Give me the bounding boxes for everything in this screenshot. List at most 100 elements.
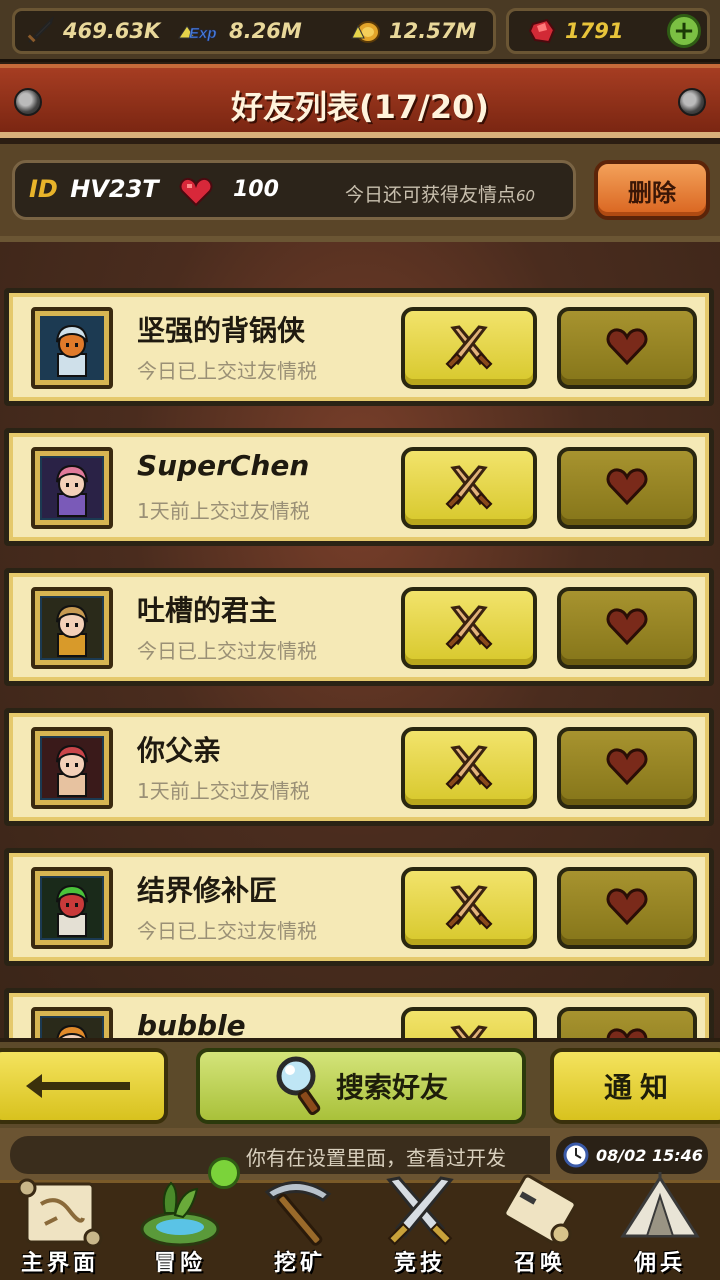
- avatar-image: [40, 456, 104, 520]
- ticker-text: 你有在设置里面，查看过开发: [246, 1146, 506, 1170]
- avatar[interactable]: [31, 447, 113, 529]
- bolt-icon: [678, 88, 706, 116]
- attack-resource: 469.63K: [23, 11, 160, 51]
- avatar-image: [40, 736, 104, 800]
- page-title: 好友列表(17/20): [230, 88, 489, 126]
- scroll-map-icon: [14, 1171, 106, 1253]
- send-heart-button[interactable]: [557, 447, 697, 529]
- note-text: 今日还可获得友情点: [345, 184, 517, 206]
- battle-button[interactable]: [401, 307, 537, 389]
- heart-icon: [605, 606, 649, 650]
- notify-button[interactable]: 通知: [550, 1048, 720, 1124]
- resource-bar: 469.63K Exp 8.26M 12.57M 1791 +: [0, 0, 720, 62]
- gold-coin-icon: [349, 14, 383, 48]
- friend-card[interactable]: 你父亲 1天前上交过友情税: [4, 708, 714, 826]
- friend-status: 今日已上交过友情税: [137, 919, 317, 943]
- attack-value: 469.63K: [63, 19, 161, 43]
- friend-name: 坚强的背锅侠: [137, 314, 306, 347]
- add-gems-button[interactable]: +: [667, 14, 701, 48]
- back-button[interactable]: [0, 1048, 168, 1124]
- nav-item-mining[interactable]: 挖矿: [240, 1181, 360, 1280]
- summon-scroll-icon: [494, 1171, 586, 1253]
- avatar[interactable]: [31, 867, 113, 949]
- nav-label: 竞技: [393, 1251, 446, 1276]
- avatar-image: [40, 316, 104, 380]
- tent-icon: [614, 1171, 706, 1253]
- friend-name: 吐槽的君主: [137, 594, 278, 627]
- nav-label: 召唤: [513, 1251, 566, 1276]
- news-ticker: 你有在设置里面，查看过开发 08/02 15:46: [0, 1128, 720, 1180]
- exp-value: 8.26M: [229, 19, 302, 43]
- notification-dot: [208, 1157, 240, 1189]
- crossed-swords-icon: [445, 462, 493, 514]
- heart-icon: [605, 746, 649, 790]
- clock-icon: [563, 1142, 589, 1168]
- battle-button[interactable]: [401, 587, 537, 669]
- ticker-box: 你有在设置里面，查看过开发: [10, 1136, 550, 1174]
- gold-value: 12.57M: [389, 19, 477, 43]
- friend-card[interactable]: 结界修补匠 今日已上交过友情税: [4, 848, 714, 966]
- battle-button[interactable]: [401, 727, 537, 809]
- exp-resource: Exp 8.26M: [177, 11, 302, 51]
- avatar-image: [40, 596, 104, 660]
- crossed-swords-icon: [445, 322, 493, 374]
- battle-button[interactable]: [401, 867, 537, 949]
- clock-text: 08/02 15:46: [596, 1145, 703, 1165]
- exp-icon: Exp: [177, 14, 223, 48]
- send-heart-button[interactable]: [557, 307, 697, 389]
- friendship-points-note: 今日还可获得友情点60: [345, 180, 535, 207]
- send-heart-button[interactable]: [557, 587, 697, 669]
- crossed-swords-icon: [445, 742, 493, 794]
- nav-item-main[interactable]: 主界面: [0, 1178, 120, 1280]
- crossed-swords-icon: [445, 882, 493, 934]
- nav-label: 佣兵: [633, 1251, 686, 1276]
- friend-status: 今日已上交过友情税: [137, 639, 317, 663]
- avatar[interactable]: [31, 587, 113, 669]
- heart-icon: [605, 886, 649, 930]
- ruby-gem-icon: [525, 14, 559, 48]
- pickaxe-icon: [254, 1171, 346, 1253]
- heart-icon: [179, 177, 213, 211]
- friend-name: SuperChen: [137, 449, 310, 482]
- id-value: HV23T: [70, 175, 159, 203]
- arrow-left-icon: [26, 1074, 130, 1098]
- friend-card[interactable]: SuperChen 1天前上交过友情税: [4, 428, 714, 546]
- nav-item-mercenary[interactable]: 佣兵: [600, 1172, 720, 1280]
- exp-badge-text: Exp: [189, 25, 217, 42]
- avatar[interactable]: [31, 307, 113, 389]
- heart-icon: [605, 466, 649, 510]
- gem-group: 1791 +: [506, 8, 710, 54]
- friend-card[interactable]: bubble: [4, 988, 714, 1044]
- friend-status: 今日已上交过友情税: [137, 359, 317, 383]
- nav-item-arena[interactable]: 竞技: [360, 1176, 480, 1280]
- friend-list[interactable]: 坚强的背锅侠 今日已上交过友情税 SuperChen 1天前上交过友情税 吐槽的…: [0, 236, 720, 1044]
- nav-label: 挖矿: [273, 1251, 326, 1276]
- nav-item-summon[interactable]: 召唤: [480, 1174, 600, 1280]
- search-friends-label: 搜索好友: [335, 1071, 448, 1104]
- send-heart-button[interactable]: [557, 867, 697, 949]
- friend-status: 1天前上交过友情税: [137, 499, 310, 523]
- friend-card[interactable]: 坚强的背锅侠 今日已上交过友情税: [4, 288, 714, 406]
- send-heart-button[interactable]: [557, 727, 697, 809]
- id-label: ID: [29, 175, 58, 203]
- friend-name: 你父亲: [137, 734, 222, 767]
- heart-icon: [605, 326, 649, 370]
- friend-name: 结界修补匠: [137, 874, 278, 907]
- battle-button[interactable]: [401, 447, 537, 529]
- friend-card[interactable]: 吐槽的君主 今日已上交过友情税: [4, 568, 714, 686]
- search-friends-button[interactable]: 搜索好友: [196, 1048, 526, 1124]
- gem-value: 1791: [565, 19, 624, 43]
- nav-item-adventure[interactable]: 冒险: [120, 1181, 240, 1280]
- crossed-swords-icon: [445, 602, 493, 654]
- gold-resource: 12.57M: [349, 11, 476, 51]
- title-banner: 好友列表(17/20): [0, 64, 720, 138]
- player-id: ID HV23T: [29, 175, 159, 203]
- crossed-swords-icon: [374, 1171, 466, 1253]
- nav-label: 冒险: [153, 1251, 206, 1276]
- nav-label: 主界面: [20, 1251, 99, 1276]
- delete-button[interactable]: 删除: [594, 160, 710, 220]
- avatar[interactable]: [31, 727, 113, 809]
- player-info-bar: ID HV23T 100 今日还可获得友情点60: [12, 160, 576, 220]
- resource-group: 469.63K Exp 8.26M 12.57M: [12, 8, 496, 54]
- gem-resource: 1791: [525, 11, 623, 51]
